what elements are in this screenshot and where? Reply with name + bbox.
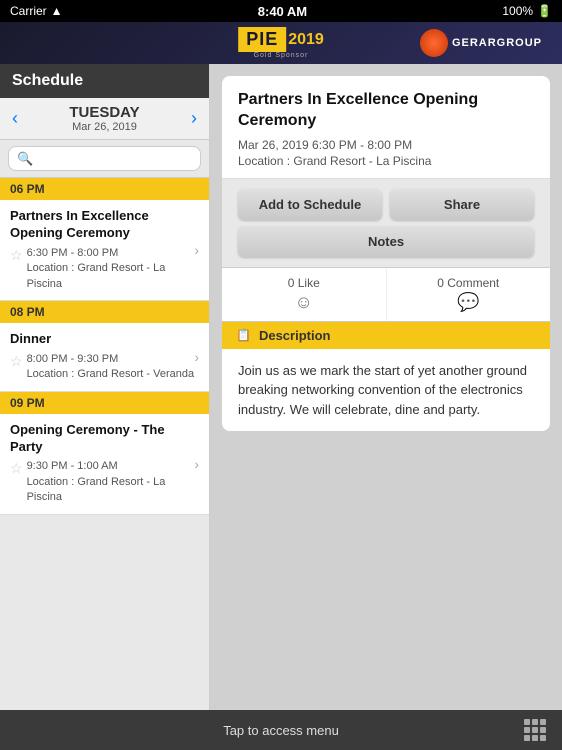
- chevron-right-icon: ›: [194, 242, 199, 258]
- grid-dot: [524, 727, 530, 733]
- date-nav: ‹ TUESDAY Mar 26, 2019 ›: [0, 98, 209, 140]
- event-item[interactable]: Dinner ☆ 8:00 PM - 9:30 PM Location : Gr…: [0, 323, 209, 392]
- social-row: 0 Like ☺ 0 Comment 💬: [222, 268, 550, 322]
- share-button[interactable]: Share: [390, 189, 534, 220]
- status-right: 100% 🔋: [502, 4, 552, 18]
- action-buttons: Add to Schedule Share Notes: [222, 179, 550, 268]
- event-content: Partners In Excellence Opening Ceremony …: [10, 208, 194, 292]
- grid-dot: [532, 735, 538, 741]
- event-location: Location : Grand Resort - Veranda: [27, 367, 195, 382]
- event-time: 6:30 PM - 8:00 PM: [27, 246, 195, 261]
- grid-dot: [540, 719, 546, 725]
- event-meta: ☆ 6:30 PM - 8:00 PM Location : Grand Res…: [10, 246, 194, 292]
- event-title: Opening Ceremony - The Party: [10, 422, 194, 456]
- event-detail: 8:00 PM - 9:30 PM Location : Grand Resor…: [27, 352, 195, 383]
- time-label-09pm: 09 PM: [10, 396, 45, 410]
- status-left: Carrier ▲: [10, 4, 63, 18]
- time-label-08pm: 08 PM: [10, 305, 45, 319]
- detail-event-date: Mar 26, 2019 6:30 PM - 8:00 PM: [238, 138, 534, 152]
- main-layout: Schedule ‹ TUESDAY Mar 26, 2019 › 06 PM …: [0, 64, 562, 710]
- banner: PIE 2019 Gold Sponsor GERARGROUP: [0, 22, 562, 64]
- btn-row-top: Add to Schedule Share: [238, 189, 534, 220]
- event-location: Location : Grand Resort - La Piscina: [27, 261, 195, 292]
- grid-dot: [540, 735, 546, 741]
- search-bar: [0, 140, 209, 178]
- banner-logo: GERARGROUP: [420, 29, 542, 57]
- carrier-label: Carrier: [10, 4, 47, 18]
- banner-logo-text: GERARGROUP: [452, 37, 542, 49]
- date-center: TUESDAY Mar 26, 2019: [69, 104, 139, 133]
- star-icon: ☆: [10, 247, 23, 264]
- time-header-08pm: 08 PM: [0, 301, 209, 323]
- description-header: 📋 Description: [222, 322, 550, 349]
- banner-sponsor: PIE 2019 Gold Sponsor: [238, 27, 324, 59]
- like-button[interactable]: 0 Like ☺: [222, 268, 387, 321]
- notes-button[interactable]: Notes: [238, 226, 534, 257]
- detail-event-location: Location : Grand Resort - La Piscina: [238, 154, 534, 168]
- battery-label: 100%: [502, 4, 533, 18]
- schedule-title: Schedule: [12, 72, 83, 89]
- event-time: 8:00 PM - 9:30 PM: [27, 352, 195, 367]
- star-icon: ☆: [10, 460, 23, 477]
- detail-event-title: Partners In Excellence Opening Ceremony: [238, 90, 534, 132]
- event-item[interactable]: Partners In Excellence Opening Ceremony …: [0, 200, 209, 301]
- next-day-button[interactable]: ›: [187, 108, 201, 129]
- like-count: 0 Like: [288, 276, 320, 290]
- event-detail: 9:30 PM - 1:00 AM Location : Grand Resor…: [27, 459, 195, 505]
- bottom-bar: Tap to access menu: [0, 710, 562, 750]
- day-label: TUESDAY: [69, 104, 139, 121]
- event-location: Location : Grand Resort - La Piscina: [27, 475, 195, 506]
- comment-count: 0 Comment: [437, 276, 499, 290]
- comment-icon: 💬: [457, 292, 479, 313]
- chevron-right-icon: ›: [194, 456, 199, 472]
- time-header-06pm: 06 PM: [0, 178, 209, 200]
- bottom-menu-text[interactable]: Tap to access menu: [38, 723, 524, 738]
- grid-dot: [532, 727, 538, 733]
- date-label: Mar 26, 2019: [69, 121, 139, 133]
- like-icon: ☺: [295, 292, 313, 313]
- comment-button[interactable]: 0 Comment 💬: [387, 268, 551, 321]
- banner-pie-label: PIE: [238, 27, 286, 52]
- schedule-list: 06 PM Partners In Excellence Opening Cer…: [0, 178, 209, 710]
- event-item[interactable]: Opening Ceremony - The Party ☆ 9:30 PM -…: [0, 414, 209, 515]
- grid-dot: [540, 727, 546, 733]
- detail-header: Partners In Excellence Opening Ceremony …: [222, 76, 550, 179]
- status-time: 8:40 AM: [258, 4, 307, 19]
- battery-icon: 🔋: [537, 4, 552, 18]
- description-doc-icon: 📋: [236, 328, 251, 342]
- grid-dot: [524, 719, 530, 725]
- event-content: Opening Ceremony - The Party ☆ 9:30 PM -…: [10, 422, 194, 506]
- right-panel: Partners In Excellence Opening Ceremony …: [210, 64, 562, 710]
- time-label-06pm: 06 PM: [10, 182, 45, 196]
- status-bar: Carrier ▲ 8:40 AM 100% 🔋: [0, 0, 562, 22]
- event-time: 9:30 PM - 1:00 AM: [27, 459, 195, 474]
- grid-dot: [532, 719, 538, 725]
- grid-menu-icon[interactable]: [524, 719, 546, 741]
- add-to-schedule-button[interactable]: Add to Schedule: [238, 189, 382, 220]
- grid-dot: [524, 735, 530, 741]
- description-label: Description: [259, 328, 331, 343]
- schedule-header: Schedule: [0, 64, 209, 98]
- description-text: Join us as we mark the start of yet anot…: [222, 349, 550, 432]
- left-panel: Schedule ‹ TUESDAY Mar 26, 2019 › 06 PM …: [0, 64, 210, 710]
- banner-gold-sponsor: Gold Sponsor: [254, 52, 309, 59]
- event-meta: ☆ 9:30 PM - 1:00 AM Location : Grand Res…: [10, 459, 194, 505]
- prev-day-button[interactable]: ‹: [8, 108, 22, 129]
- event-detail: 6:30 PM - 8:00 PM Location : Grand Resor…: [27, 246, 195, 292]
- chevron-right-icon: ›: [194, 349, 199, 365]
- banner-year-label: 2019: [288, 31, 324, 49]
- event-title: Dinner: [10, 331, 194, 348]
- wifi-icon: ▲: [51, 4, 63, 18]
- event-title: Partners In Excellence Opening Ceremony: [10, 208, 194, 242]
- event-content: Dinner ☆ 8:00 PM - 9:30 PM Location : Gr…: [10, 331, 194, 383]
- detail-card: Partners In Excellence Opening Ceremony …: [222, 76, 550, 431]
- time-header-09pm: 09 PM: [0, 392, 209, 414]
- banner-logo-circle: [420, 29, 448, 57]
- star-icon: ☆: [10, 353, 23, 370]
- search-input[interactable]: [8, 146, 201, 171]
- event-meta: ☆ 8:00 PM - 9:30 PM Location : Grand Res…: [10, 352, 194, 383]
